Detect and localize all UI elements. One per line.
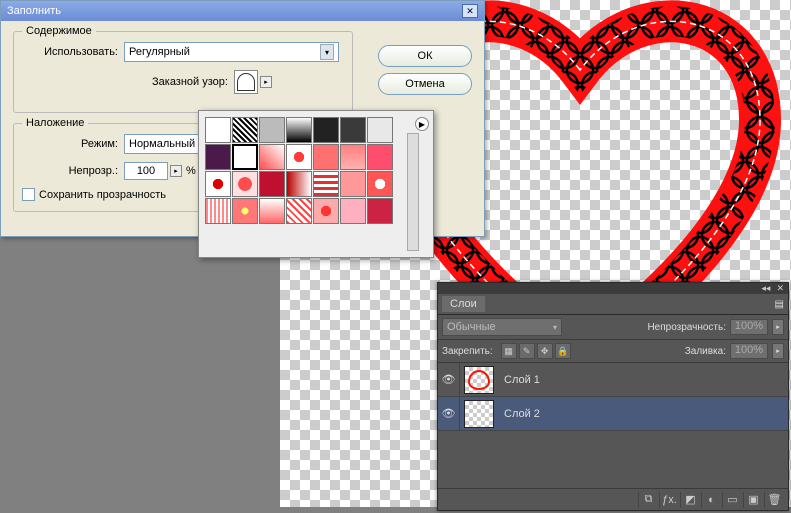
layer-opacity-label: Непрозрачность: bbox=[647, 322, 726, 333]
overlay-legend: Наложение bbox=[22, 117, 88, 129]
cancel-button[interactable]: Отмена bbox=[378, 73, 472, 95]
pattern-picker-toggle[interactable]: ▸ bbox=[260, 76, 272, 88]
pattern-swatch[interactable] bbox=[205, 117, 231, 143]
preserve-transparency-label: Сохранить прозрачность bbox=[39, 189, 166, 201]
pattern-swatch[interactable] bbox=[259, 198, 285, 224]
layer-thumbnail[interactable] bbox=[464, 400, 494, 428]
pattern-swatch[interactable] bbox=[259, 144, 285, 170]
content-legend: Содержимое bbox=[22, 25, 96, 37]
close-icon[interactable]: ✕ bbox=[462, 4, 478, 18]
pattern-swatch[interactable] bbox=[286, 117, 312, 143]
pattern-swatch[interactable] bbox=[286, 144, 312, 170]
pattern-swatch[interactable] bbox=[313, 117, 339, 143]
layer-row[interactable]: 👁 Слой 2 bbox=[438, 397, 788, 431]
pattern-picker-popup: ▶ bbox=[198, 110, 434, 258]
pattern-swatch[interactable] bbox=[367, 171, 393, 197]
layer-opacity-value[interactable]: 100% bbox=[730, 319, 768, 335]
layer-name: Слой 1 bbox=[504, 374, 540, 386]
custom-pattern-label: Заказной узор: bbox=[152, 76, 228, 88]
pattern-swatch[interactable] bbox=[340, 144, 366, 170]
opacity-stepper[interactable]: ▸ bbox=[170, 165, 182, 177]
pattern-swatch[interactable] bbox=[313, 144, 339, 170]
pattern-swatch[interactable] bbox=[205, 144, 231, 170]
adjustment-icon[interactable]: ◐ bbox=[701, 492, 721, 508]
pattern-menu-icon[interactable]: ▶ bbox=[415, 117, 429, 131]
lock-image-icon[interactable]: ✎ bbox=[519, 343, 535, 359]
pattern-swatch[interactable] bbox=[286, 171, 312, 197]
link-layers-icon[interactable]: ⧉ bbox=[638, 492, 658, 508]
pattern-swatch[interactable] bbox=[313, 198, 339, 224]
lock-position-icon[interactable]: ✥ bbox=[537, 343, 553, 359]
pattern-scrollbar[interactable] bbox=[407, 133, 419, 251]
use-value: Регулярный bbox=[129, 46, 190, 58]
lock-transparency-icon[interactable]: ▦ bbox=[501, 343, 517, 359]
group-icon[interactable]: ▭ bbox=[722, 492, 742, 508]
layer-opacity-stepper[interactable]: ▸ bbox=[772, 319, 784, 335]
opacity-input[interactable] bbox=[124, 162, 168, 180]
blend-mode-select[interactable]: Обычные▾ bbox=[442, 318, 562, 336]
mode-label: Режим: bbox=[22, 138, 118, 150]
lock-all-icon[interactable]: 🔒 bbox=[555, 343, 571, 359]
ok-button[interactable]: ОК bbox=[378, 45, 472, 67]
layers-panel: ◂◂ ✕ Слои ▤ Обычные▾ Непрозрачность: 100… bbox=[437, 282, 789, 511]
fill-label: Заливка: bbox=[685, 346, 726, 357]
opacity-suffix: % bbox=[186, 165, 196, 177]
pattern-thumbnail[interactable] bbox=[234, 70, 258, 94]
pattern-swatch[interactable] bbox=[367, 144, 393, 170]
pattern-swatch[interactable] bbox=[367, 198, 393, 224]
layer-name: Слой 2 bbox=[504, 408, 540, 420]
layers-footer: ⧉ ƒx. ◩ ◐ ▭ ▣ 🗑 bbox=[438, 488, 788, 510]
pattern-swatch[interactable] bbox=[340, 171, 366, 197]
pattern-swatch[interactable] bbox=[313, 171, 339, 197]
pattern-swatch[interactable] bbox=[232, 117, 258, 143]
collapse-icon[interactable]: ◂◂ bbox=[761, 283, 770, 294]
pattern-swatch[interactable] bbox=[232, 144, 258, 170]
visibility-icon[interactable]: 👁 bbox=[438, 363, 460, 396]
pattern-swatch[interactable] bbox=[205, 198, 231, 224]
trash-icon[interactable]: 🗑 bbox=[764, 492, 784, 508]
pattern-swatch[interactable] bbox=[286, 198, 312, 224]
content-fieldset: Содержимое Использовать: Регулярный ▾ За… bbox=[13, 31, 353, 113]
layer-list: 👁 Слой 1 👁 Слой 2 bbox=[438, 363, 788, 431]
preserve-transparency-checkbox[interactable] bbox=[22, 188, 35, 201]
dialog-title: Заполнить bbox=[7, 5, 61, 17]
dialog-titlebar[interactable]: Заполнить ✕ bbox=[1, 1, 484, 21]
pattern-grid bbox=[205, 117, 427, 224]
panel-topbar[interactable]: ◂◂ ✕ bbox=[438, 283, 788, 294]
pattern-swatch[interactable] bbox=[340, 117, 366, 143]
pattern-swatch[interactable] bbox=[232, 171, 258, 197]
mode-value: Нормальный bbox=[129, 138, 195, 150]
layer-thumbnail[interactable] bbox=[464, 366, 494, 394]
mask-icon[interactable]: ◩ bbox=[680, 492, 700, 508]
pattern-swatch[interactable] bbox=[259, 171, 285, 197]
visibility-icon[interactable]: 👁 bbox=[438, 397, 460, 430]
use-label: Использовать: bbox=[22, 46, 118, 58]
pattern-swatch[interactable] bbox=[259, 117, 285, 143]
panel-menu-icon[interactable]: ▤ bbox=[775, 299, 784, 310]
fill-stepper[interactable]: ▸ bbox=[772, 343, 784, 359]
fx-icon[interactable]: ƒx. bbox=[659, 492, 679, 508]
chevron-down-icon: ▾ bbox=[320, 44, 334, 60]
layers-tab[interactable]: Слои bbox=[442, 296, 485, 312]
opacity-label: Непрозр.: bbox=[22, 165, 118, 177]
pattern-swatch[interactable] bbox=[205, 171, 231, 197]
pattern-swatch[interactable] bbox=[367, 117, 393, 143]
new-layer-icon[interactable]: ▣ bbox=[743, 492, 763, 508]
pattern-swatch[interactable] bbox=[232, 198, 258, 224]
pattern-swatch[interactable] bbox=[340, 198, 366, 224]
panel-close-icon[interactable]: ✕ bbox=[776, 283, 784, 294]
fill-value[interactable]: 100% bbox=[730, 343, 768, 359]
use-select[interactable]: Регулярный ▾ bbox=[124, 42, 339, 62]
layer-row[interactable]: 👁 Слой 1 bbox=[438, 363, 788, 397]
lock-label: Закрепить: bbox=[442, 346, 493, 357]
